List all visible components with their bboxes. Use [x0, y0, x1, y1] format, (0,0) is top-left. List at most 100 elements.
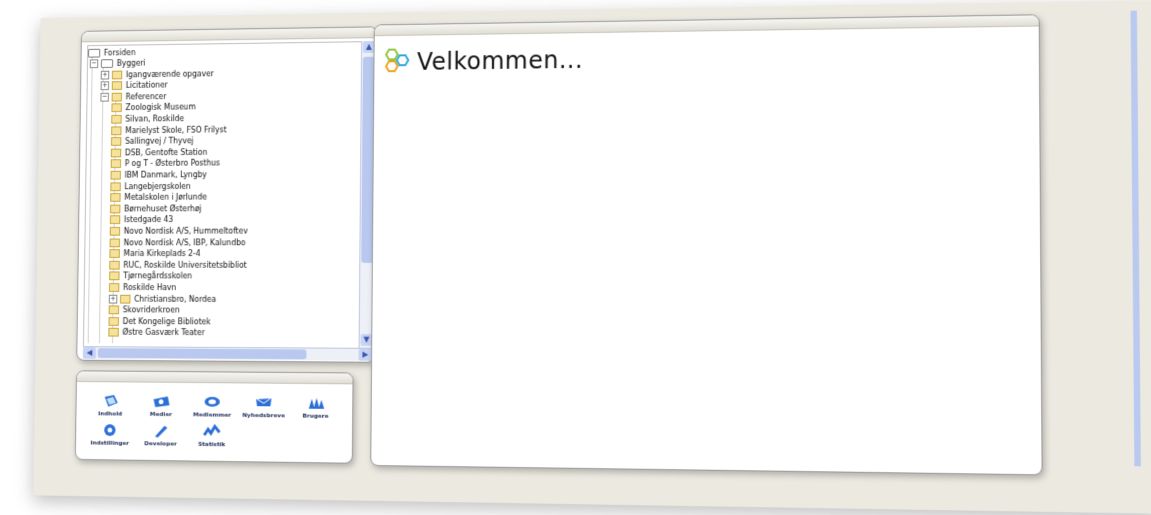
- tree-horizontal-scrollbar[interactable]: ◀ ▶: [82, 346, 373, 361]
- content-icon: [104, 394, 118, 407]
- tree-node[interactable]: Novo Nordisk A/S, Hummeltoftev: [109, 226, 248, 237]
- dashboard-item-label: Medier: [149, 410, 173, 419]
- media-icon: [153, 396, 170, 408]
- tree-node[interactable]: Marielyst Skole, FSO Frilyst: [111, 124, 227, 136]
- welcome-heading: Velkommen...: [416, 46, 584, 76]
- page-icon: [109, 226, 121, 236]
- content-tree[interactable]: Forsiden − Byggeri + Igangværende opgaver + L…: [82, 41, 364, 350]
- tree-node-label: Skovriderkroen: [122, 305, 180, 315]
- page-icon: [108, 328, 119, 337]
- page-icon: [110, 137, 122, 146]
- page-icon: [120, 294, 131, 304]
- expand-icon[interactable]: +: [100, 81, 110, 91]
- dashboard-item-indhold[interactable]: Indhold: [84, 393, 137, 418]
- tree-node-label: Østre Gasværk Teater: [122, 328, 205, 338]
- page-icon: [110, 204, 121, 214]
- tree-node[interactable]: − Referencer: [100, 91, 166, 102]
- dashboard-item-brugere[interactable]: Brugere: [289, 395, 343, 420]
- tree-node[interactable]: Maria Kirkeplads 2-4: [109, 248, 201, 259]
- tree-node[interactable]: Børnehuset Østerhøj: [110, 203, 202, 214]
- tree-node-label: Metalskolen i Jørlunde: [124, 192, 208, 202]
- dashboard-item-medlemmer[interactable]: Medlemmer: [185, 394, 239, 419]
- tree-node-label: Maria Kirkeplads 2-4: [123, 249, 201, 259]
- tree-node-label: Marielyst Skole, FSO Frilyst: [125, 125, 227, 135]
- tree-node[interactable]: RUC, Roskilde Universitetsbibliot: [109, 260, 247, 271]
- users-icon: [308, 397, 325, 409]
- dashboard-item-indstillinger[interactable]: Indstillinger: [83, 422, 136, 447]
- dashboard-item-nyhedsbreve[interactable]: Nyhedsbreve: [237, 394, 291, 419]
- tree-node-label: Novo Nordisk A/S, IBP, Kalundbo: [123, 238, 246, 247]
- dashboard-item-medier[interactable]: Medier: [134, 393, 187, 418]
- page-icon: [111, 81, 123, 91]
- tree-node-label: DSB, Gentofte Station: [124, 147, 208, 158]
- tree-node[interactable]: Metalskolen i Jørlunde: [110, 192, 207, 203]
- tree-node-label: IBM Danmark, Lyngby: [124, 170, 207, 180]
- panel-header: [81, 27, 377, 43]
- chevron-left-icon[interactable]: ◀: [82, 347, 97, 359]
- page-icon: [109, 271, 120, 281]
- dashboard-item-label: Developer: [144, 440, 177, 448]
- tree-node[interactable]: + Christiansbro, Nordea: [108, 293, 217, 304]
- developer-icon: [154, 425, 168, 438]
- tree-node-label: Byggeri: [116, 58, 146, 68]
- tree-node-label: Igangværende opgaver: [125, 69, 214, 79]
- chevron-right-icon[interactable]: ▶: [358, 348, 373, 361]
- page-icon: [111, 126, 122, 135]
- page-icon: [110, 148, 122, 158]
- page-icon: [109, 260, 120, 270]
- dashboard-item-label: Nyhedsbreve: [242, 411, 285, 420]
- umbraco-logo-icon: [384, 46, 415, 74]
- tree-node-label: Roskilde Havn: [123, 283, 177, 293]
- folder-icon: [100, 59, 114, 68]
- tree-node[interactable]: + Igangværende opgaver: [100, 68, 214, 80]
- tree-node[interactable]: IBM Danmark, Lyngby: [110, 169, 207, 180]
- tree-guide-line: [87, 53, 93, 344]
- tree-node-label: P og T - Østerbro Posthus: [124, 158, 220, 169]
- tree-node-label: Referencer: [125, 92, 167, 102]
- dashboard-item-statistik[interactable]: Statistik: [185, 423, 239, 448]
- page-icon: [111, 70, 123, 79]
- panel-header: [374, 15, 1039, 37]
- members-icon: [204, 396, 220, 407]
- tree-node[interactable]: Novo Nordisk A/S, IBP, Kalundbo: [109, 237, 246, 248]
- tree-node[interactable]: Zoologisk Museum: [111, 102, 196, 113]
- tree-node[interactable]: Langebjergskolen: [110, 181, 191, 192]
- tree-node[interactable]: Østre Gasværk Teater: [108, 327, 205, 338]
- expand-icon[interactable]: +: [100, 70, 110, 80]
- tree-node-label: RUC, Roskilde Universitetsbibliot: [123, 260, 247, 270]
- tree-node[interactable]: Roskilde Havn: [108, 282, 177, 293]
- tree-node[interactable]: Sallingvej / Thyvej: [110, 136, 194, 147]
- expand-icon[interactable]: +: [108, 294, 118, 304]
- dashboard-item-label: Medlemmer: [193, 411, 232, 419]
- app-window: Forsiden − Byggeri + Igangværende opgaver + L…: [33, 0, 1151, 514]
- tree-node-label: Zoologisk Museum: [125, 102, 196, 113]
- collapse-icon[interactable]: −: [100, 92, 109, 102]
- tree-node[interactable]: Skovriderkroen: [108, 305, 180, 316]
- folder-open-icon: [88, 48, 101, 58]
- page-icon: [108, 283, 120, 292]
- panel-header: [76, 371, 353, 385]
- tree-node-label: Langebjergskolen: [124, 181, 191, 191]
- scroll-thumb[interactable]: [97, 348, 307, 360]
- page-icon: [109, 249, 120, 259]
- tree-node-label: Christiansbro, Nordea: [134, 294, 217, 304]
- main-panel: Velkommen...: [370, 14, 1043, 476]
- tree-node[interactable]: Det Kongelige Bibliotek: [108, 316, 211, 327]
- dashboard-item-developer[interactable]: Developer: [134, 423, 187, 448]
- dashboard-panel: Indhold Medier Medlemmer Nyhedsbreve Brugere…: [74, 370, 354, 464]
- page-icon: [111, 92, 122, 102]
- tree-node[interactable]: Istedgade 43: [109, 215, 173, 226]
- tree-node[interactable]: Tjørnegårdsskolen: [109, 271, 192, 282]
- tree-root-label: Forsiden: [103, 48, 136, 58]
- page-icon: [110, 170, 121, 180]
- page-icon: [111, 114, 122, 124]
- tree-node[interactable]: Silvan, Roskilde: [111, 113, 184, 124]
- tree-node[interactable]: + Licitationer: [100, 80, 168, 91]
- page-icon: [110, 159, 122, 169]
- right-scrollbar[interactable]: [1130, 10, 1141, 467]
- tree-node[interactable]: P og T - Østerbro Posthus: [110, 158, 220, 169]
- collapse-icon[interactable]: −: [89, 59, 99, 69]
- tree-node[interactable]: − Byggeri: [89, 58, 146, 69]
- tree-root[interactable]: Forsiden: [88, 47, 136, 58]
- tree-node[interactable]: DSB, Gentofte Station: [110, 147, 208, 158]
